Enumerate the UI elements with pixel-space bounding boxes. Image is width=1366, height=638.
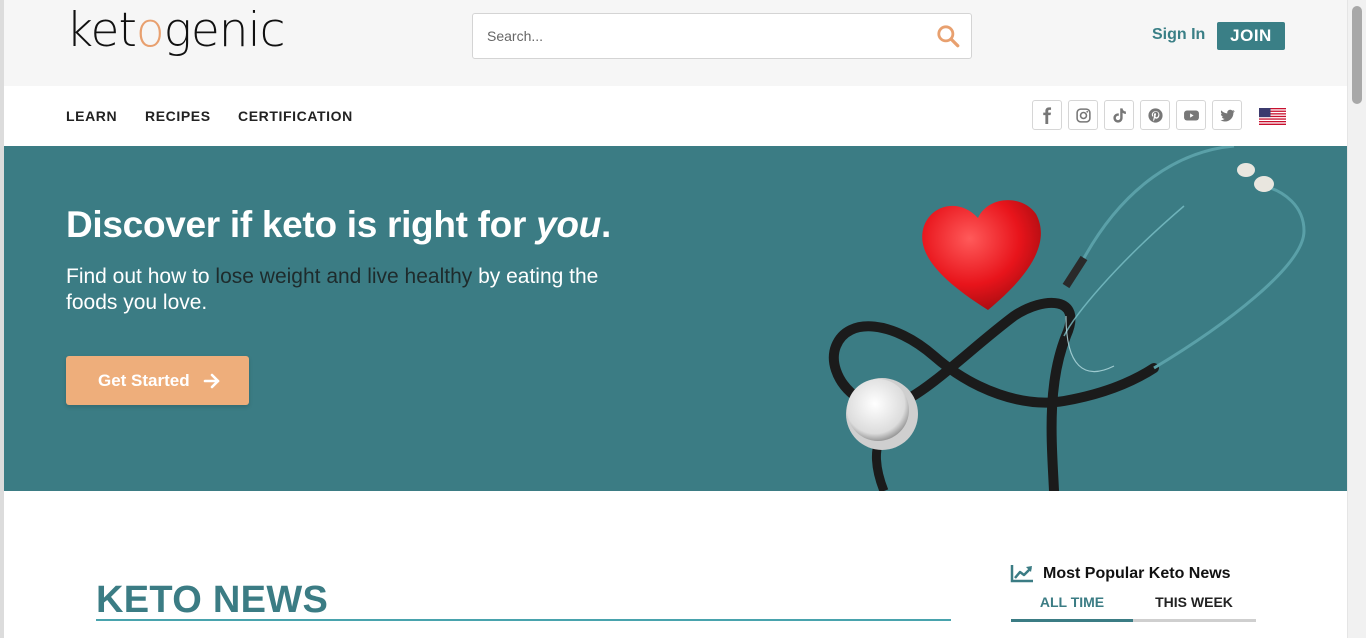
main-nav: LEARN RECIPES CERTIFICATION <box>4 86 1347 146</box>
logo-text-pre: ket <box>66 3 137 58</box>
twitter-icon <box>1220 109 1235 122</box>
nav-item-learn[interactable]: LEARN <box>66 108 117 124</box>
sign-in-link[interactable]: Sign In <box>1152 26 1205 44</box>
facebook-icon <box>1043 107 1052 124</box>
search-icon[interactable] <box>935 23 961 49</box>
tab-all-time-underline <box>1011 619 1133 622</box>
twitter-link[interactable] <box>1212 100 1242 130</box>
hero-banner: Discover if keto is right for you. Find … <box>4 146 1347 491</box>
instagram-icon <box>1076 108 1091 123</box>
pinterest-link[interactable] <box>1140 100 1170 130</box>
keto-news-divider <box>96 619 951 621</box>
hero-title-main: Discover if keto is right for <box>66 204 537 245</box>
search-input[interactable] <box>473 14 923 58</box>
stethoscope-heart-image <box>829 146 1306 491</box>
hero-title-em: you <box>536 204 601 245</box>
nav-item-recipes[interactable]: RECIPES <box>145 108 211 124</box>
keto-news-heading: KETO NEWS <box>96 579 329 621</box>
hero-title-end: . <box>600 204 611 245</box>
pinterest-icon <box>1148 108 1163 123</box>
hero-title: Discover if keto is right for you. <box>66 204 611 246</box>
hero-subtitle-pre: Find out how to <box>66 265 216 288</box>
search-box <box>472 13 972 59</box>
tiktok-link[interactable] <box>1104 100 1134 130</box>
trending-chart-icon <box>1010 565 1033 583</box>
instagram-link[interactable] <box>1068 100 1098 130</box>
nav-item-certification[interactable]: CERTIFICATION <box>238 108 353 124</box>
tab-this-week-underline <box>1133 619 1256 622</box>
most-popular-title: Most Popular Keto News <box>1043 565 1231 582</box>
arrow-right-icon <box>203 373 220 389</box>
hero-subtitle: Find out how to lose weight and live hea… <box>66 264 626 316</box>
join-button[interactable]: JOIN <box>1217 22 1285 50</box>
facebook-link[interactable] <box>1032 100 1062 130</box>
tiktok-icon <box>1113 108 1126 123</box>
ketogenic-logo[interactable]: ketogenic <box>66 3 286 58</box>
youtube-icon <box>1184 110 1199 121</box>
tab-this-week[interactable]: THIS WEEK <box>1133 594 1255 610</box>
vertical-scrollbar[interactable] <box>1347 0 1366 638</box>
get-started-label: Get Started <box>98 371 190 390</box>
browser-viewport: ketogenic Sign In JOIN LEARN RECIPES CER… <box>0 0 1366 638</box>
tab-all-time[interactable]: ALL TIME <box>1011 594 1133 610</box>
site-header: ketogenic Sign In JOIN <box>4 0 1347 86</box>
hero-subtitle-highlight: lose weight and live healthy <box>215 265 473 288</box>
logo-drop: o <box>135 3 165 58</box>
us-flag-icon[interactable] <box>1259 108 1286 125</box>
get-started-button[interactable]: Get Started <box>66 356 249 405</box>
logo-text-post: genic <box>163 3 286 58</box>
youtube-link[interactable] <box>1176 100 1206 130</box>
scrollbar-thumb[interactable] <box>1352 6 1362 104</box>
